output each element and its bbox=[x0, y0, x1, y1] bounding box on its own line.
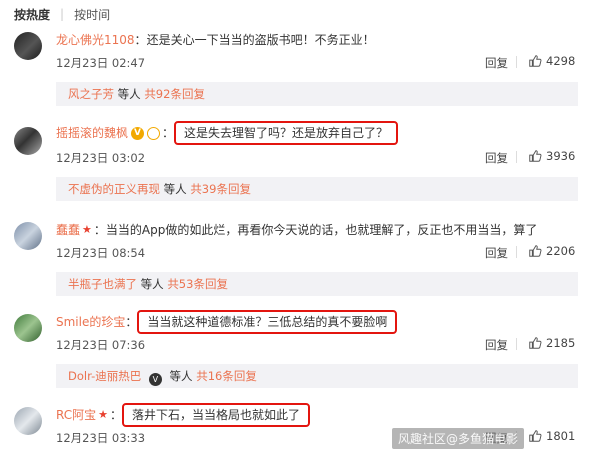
comment-item: 龙心佛光1108：还是关心一下当当的盗版书吧！不务正业！ 12月23日 02:4… bbox=[0, 28, 593, 124]
reply-button[interactable]: 回复 bbox=[485, 337, 508, 353]
comment-time: 12月23日 03:33 bbox=[56, 431, 146, 445]
thumbs-up-icon bbox=[529, 150, 542, 162]
comment-text: 还是关心一下当当的盗版书吧！不务正业！ bbox=[146, 33, 375, 47]
divider bbox=[516, 151, 517, 163]
comment-text: 这是失去理智了吗？还是放弃自己了？ bbox=[184, 126, 389, 140]
reply-others-text: 等人 bbox=[140, 277, 164, 291]
divider bbox=[516, 56, 517, 68]
divider bbox=[516, 338, 517, 350]
comment-text: 当当就这种道德标准？三低总结的真不要脸啊 bbox=[147, 315, 388, 329]
comment-username[interactable]: 摇摇滚的魏枫 bbox=[56, 123, 128, 143]
sort-by-time-tab[interactable]: 按时间 bbox=[74, 6, 110, 23]
like-button[interactable]: 4298 bbox=[528, 54, 575, 68]
avatar[interactable] bbox=[14, 407, 42, 435]
like-count: 3936 bbox=[546, 149, 576, 163]
avatar[interactable] bbox=[14, 314, 42, 342]
star-icon: ★ bbox=[98, 408, 108, 421]
thumbs-up-icon bbox=[529, 337, 542, 349]
reply-summary: 半瓶子也满了 等人 共53条回复 bbox=[56, 272, 578, 296]
view-replies-link[interactable]: 共39条回复 bbox=[190, 182, 251, 196]
member-icon bbox=[147, 126, 161, 140]
like-button[interactable]: 2206 bbox=[528, 244, 575, 258]
highlight-box: 落井下石，当当格局也就如此了 bbox=[122, 403, 311, 427]
comment-item: 蠢蠢 ★ ：当当的App做的如此烂，再看你今天说的话，也就理解了，反正也不用当当… bbox=[0, 218, 593, 314]
colon: ： bbox=[110, 408, 123, 422]
comment-username[interactable]: RC阿宝 bbox=[56, 405, 96, 425]
colon: ： bbox=[134, 33, 147, 47]
view-replies-link[interactable]: 共92条回复 bbox=[144, 87, 205, 101]
highlight-box: 这是失去理智了吗？还是放弃自己了？ bbox=[174, 121, 399, 145]
colon: ： bbox=[93, 223, 106, 237]
comment-time: 12月23日 08:54 bbox=[56, 246, 146, 260]
watermark: 风趣社区@多鱼猫电影 bbox=[392, 428, 525, 449]
divider bbox=[516, 246, 517, 258]
avatar[interactable] bbox=[14, 32, 42, 60]
colon: ： bbox=[162, 126, 175, 140]
like-button[interactable]: 1801 bbox=[528, 429, 575, 443]
reply-button[interactable]: 回复 bbox=[485, 245, 508, 261]
reply-username[interactable]: 不虚伪的正义再现 bbox=[68, 182, 160, 196]
comment-text: 落井下石，当当格局也就如此了 bbox=[132, 408, 301, 422]
sort-bar: 按热度 | 按时间 bbox=[0, 0, 593, 28]
comment-time: 12月23日 02:47 bbox=[56, 56, 146, 70]
reply-summary: 风之子芳 等人 共92条回复 bbox=[56, 82, 578, 106]
view-replies-link[interactable]: 共53条回复 bbox=[167, 277, 228, 291]
member-icon: V bbox=[148, 373, 162, 386]
comment-username[interactable]: 蠢蠢 bbox=[56, 220, 80, 240]
view-replies-link[interactable]: 共16条回复 bbox=[196, 369, 257, 383]
reply-username[interactable]: 风之子芳 bbox=[68, 87, 114, 101]
sort-by-hot-tab[interactable]: 按热度 bbox=[14, 6, 50, 23]
avatar[interactable] bbox=[14, 127, 42, 155]
star-icon: ★ bbox=[82, 223, 92, 236]
reply-others-text: 等人 bbox=[117, 87, 141, 101]
comment-username[interactable]: 龙心佛光1108 bbox=[56, 30, 135, 50]
reply-button[interactable]: 回复 bbox=[485, 150, 508, 166]
comment-username[interactable]: Smile的珍宝 bbox=[56, 312, 125, 332]
colon: ： bbox=[125, 315, 138, 329]
reply-summary: Dolr-迪丽热巴 V 等人 共16条回复 bbox=[56, 364, 578, 388]
comment-time: 12月23日 03:02 bbox=[56, 151, 146, 165]
thumbs-up-icon bbox=[529, 430, 542, 442]
like-count: 2185 bbox=[546, 336, 576, 350]
comment-text: 当当的App做的如此烂，再看你今天说的话，也就理解了，反正也不用当当，算了 bbox=[105, 223, 538, 237]
reply-summary: 不虚伪的正义再现 等人 共39条回复 bbox=[56, 177, 578, 201]
comment-item: Smile的珍宝： 当当就这种道德标准？三低总结的真不要脸啊 12月23日 07… bbox=[0, 310, 593, 406]
like-count: 4298 bbox=[546, 54, 576, 68]
thumbs-up-icon bbox=[529, 245, 542, 257]
sort-divider: | bbox=[60, 7, 65, 21]
like-count: 2206 bbox=[546, 244, 576, 258]
like-button[interactable]: 3936 bbox=[528, 149, 575, 163]
like-button[interactable]: 2185 bbox=[528, 336, 575, 350]
avatar[interactable] bbox=[14, 222, 42, 250]
comment-time: 12月23日 07:36 bbox=[56, 338, 146, 352]
like-count: 1801 bbox=[546, 429, 576, 443]
reply-button[interactable]: 回复 bbox=[485, 55, 508, 71]
thumbs-up-icon bbox=[529, 55, 542, 67]
reply-others-text: 等人 bbox=[169, 369, 193, 383]
reply-username[interactable]: Dolr-迪丽热巴 bbox=[68, 369, 141, 383]
verified-icon: V bbox=[131, 126, 145, 140]
reply-others-text: 等人 bbox=[163, 182, 187, 196]
comment-item: 摇摇滚的魏枫 V ： 这是失去理智了吗？还是放弃自己了？ 12月23日 03:0… bbox=[0, 121, 593, 219]
highlight-box: 当当就这种道德标准？三低总结的真不要脸啊 bbox=[137, 310, 398, 334]
reply-username[interactable]: 半瓶子也满了 bbox=[68, 277, 137, 291]
